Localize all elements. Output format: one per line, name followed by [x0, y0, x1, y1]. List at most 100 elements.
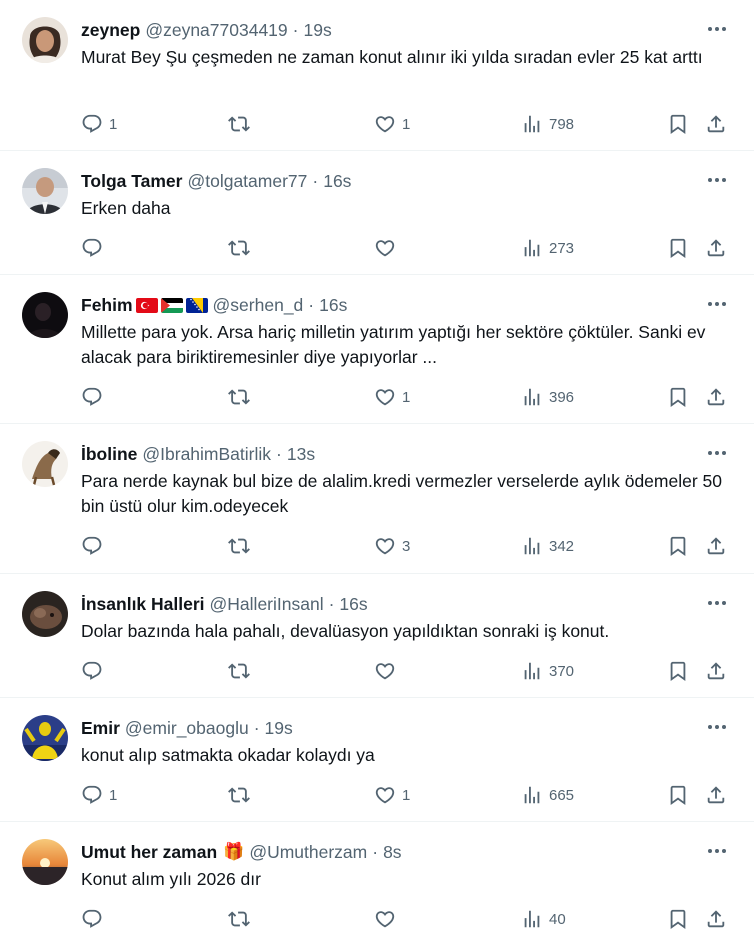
- reply-button[interactable]: [81, 657, 109, 685]
- author-name[interactable]: İboline: [81, 443, 137, 465]
- views-button[interactable]: 342: [521, 532, 574, 560]
- share-button[interactable]: [705, 905, 727, 933]
- timestamp[interactable]: 16s: [339, 593, 367, 615]
- avatar[interactable]: [22, 591, 68, 637]
- retweet-button[interactable]: [228, 905, 256, 933]
- author-name[interactable]: Emir: [81, 717, 120, 739]
- views-button[interactable]: 40: [521, 905, 566, 933]
- author-name[interactable]: Fehim: [81, 294, 133, 316]
- views-button[interactable]: 665: [521, 781, 574, 809]
- views-count: 665: [549, 786, 575, 804]
- avatar[interactable]: [22, 168, 68, 214]
- action-bar: 1 396: [0, 383, 754, 411]
- bookmark-button[interactable]: [667, 383, 689, 411]
- reply-button[interactable]: [81, 234, 109, 262]
- bookmark-button[interactable]: [667, 110, 689, 138]
- heart-icon: [375, 240, 395, 257]
- views-button[interactable]: 370: [521, 657, 574, 685]
- author-handle[interactable]: @zeyna77034419: [145, 19, 287, 41]
- views-chart-icon: [524, 239, 540, 257]
- tweet-text: Dolar bazında hala pahalı, devalüasyon y…: [81, 621, 610, 641]
- like-button[interactable]: 1: [374, 781, 410, 809]
- tweet-item[interactable]: Umut her zaman 🎁 @Umutherzam · 8s Konut …: [0, 822, 754, 945]
- timestamp[interactable]: 19s: [265, 717, 293, 739]
- more-dots-icon[interactable]: [706, 843, 728, 859]
- views-button[interactable]: 396: [521, 383, 574, 411]
- tweet-item[interactable]: Tolga Tamer @tolgatamer77 · 16s Erken da…: [0, 151, 754, 275]
- author-name[interactable]: Tolga Tamer: [81, 170, 182, 192]
- views-chart-icon: [524, 115, 540, 133]
- bookmark-button[interactable]: [667, 905, 689, 933]
- avatar[interactable]: [22, 292, 68, 338]
- reply-button[interactable]: 1: [81, 110, 117, 138]
- retweet-icon: [228, 663, 250, 679]
- turkey-flag-icon: [135, 297, 158, 313]
- heart-icon: [375, 911, 395, 928]
- avatar[interactable]: [22, 839, 68, 885]
- views-button[interactable]: 273: [521, 234, 574, 262]
- avatar[interactable]: [22, 715, 68, 761]
- timestamp[interactable]: 16s: [323, 170, 351, 192]
- author-handle[interactable]: @HalleriInsanl: [210, 593, 324, 615]
- timestamp[interactable]: 8s: [383, 841, 401, 863]
- author-name[interactable]: İnsanlık Halleri: [81, 593, 205, 615]
- reply-button[interactable]: [81, 383, 109, 411]
- author-handle[interactable]: @IbrahimBatirlik: [142, 443, 271, 465]
- like-button[interactable]: 1: [374, 383, 410, 411]
- share-button[interactable]: [705, 234, 727, 262]
- avatar[interactable]: [22, 17, 68, 63]
- bookmark-button[interactable]: [667, 532, 689, 560]
- tweet-item[interactable]: Emir @emir_obaoglu · 19s konut alıp satm…: [0, 698, 754, 822]
- more-dots-icon[interactable]: [706, 595, 728, 611]
- tweet-item[interactable]: Fehim @serhen_d · 16s Millette para yok.…: [0, 275, 754, 424]
- retweet-button[interactable]: [228, 781, 256, 809]
- author-name[interactable]: Umut her zaman: [81, 841, 217, 863]
- separator-dot: ·: [312, 171, 319, 191]
- bookmark-button[interactable]: [667, 657, 689, 685]
- more-dots-icon[interactable]: [706, 296, 728, 312]
- reply-button[interactable]: [81, 905, 109, 933]
- tweet-item[interactable]: İboline @IbrahimBatirlik · 13s Para nerd…: [0, 424, 754, 574]
- share-button[interactable]: [705, 657, 727, 685]
- author-handle[interactable]: @serhen_d: [213, 294, 304, 316]
- author-handle[interactable]: @tolgatamer77: [187, 170, 307, 192]
- action-bar: 1 1 665: [0, 781, 754, 809]
- share-button[interactable]: [705, 110, 727, 138]
- more-dots-icon[interactable]: [706, 21, 728, 37]
- tweet-item[interactable]: İnsanlık Halleri @HalleriInsanl · 16s Do…: [0, 574, 754, 698]
- bookmark-button[interactable]: [667, 781, 689, 809]
- author-handle[interactable]: @emir_obaoglu: [125, 717, 249, 739]
- share-button[interactable]: [705, 781, 727, 809]
- retweet-button[interactable]: [228, 532, 256, 560]
- timestamp[interactable]: 19s: [303, 19, 331, 41]
- retweet-button[interactable]: [228, 110, 256, 138]
- retweet-button[interactable]: [228, 234, 256, 262]
- more-dots-icon[interactable]: [706, 445, 728, 461]
- like-button[interactable]: 1: [374, 110, 410, 138]
- views-count: 798: [549, 115, 575, 133]
- views-button[interactable]: 798: [521, 110, 574, 138]
- views-count: 396: [549, 388, 575, 406]
- bookmark-icon: [670, 238, 686, 259]
- author-handle[interactable]: @Umutherzam: [249, 841, 367, 863]
- like-button[interactable]: 3: [374, 532, 410, 560]
- author-name[interactable]: zeynep: [81, 19, 140, 41]
- tweet-item[interactable]: zeynep @zeyna77034419 · 19s Murat Bey Şu…: [0, 0, 754, 151]
- share-button[interactable]: [705, 383, 727, 411]
- reply-button[interactable]: [81, 532, 109, 560]
- more-dots-icon[interactable]: [706, 719, 728, 735]
- more-dots-icon[interactable]: [706, 172, 728, 188]
- like-button[interactable]: [374, 234, 402, 262]
- bookmark-button[interactable]: [667, 234, 689, 262]
- timestamp[interactable]: 16s: [319, 294, 347, 316]
- reply-button[interactable]: 1: [81, 781, 117, 809]
- like-button[interactable]: [374, 657, 402, 685]
- retweet-button[interactable]: [228, 657, 256, 685]
- flag-emojis: [135, 297, 208, 313]
- gift-icon: 🎁: [223, 842, 245, 861]
- avatar[interactable]: [22, 441, 68, 487]
- share-button[interactable]: [705, 532, 727, 560]
- retweet-button[interactable]: [228, 383, 256, 411]
- timestamp[interactable]: 13s: [287, 443, 315, 465]
- like-button[interactable]: [374, 905, 402, 933]
